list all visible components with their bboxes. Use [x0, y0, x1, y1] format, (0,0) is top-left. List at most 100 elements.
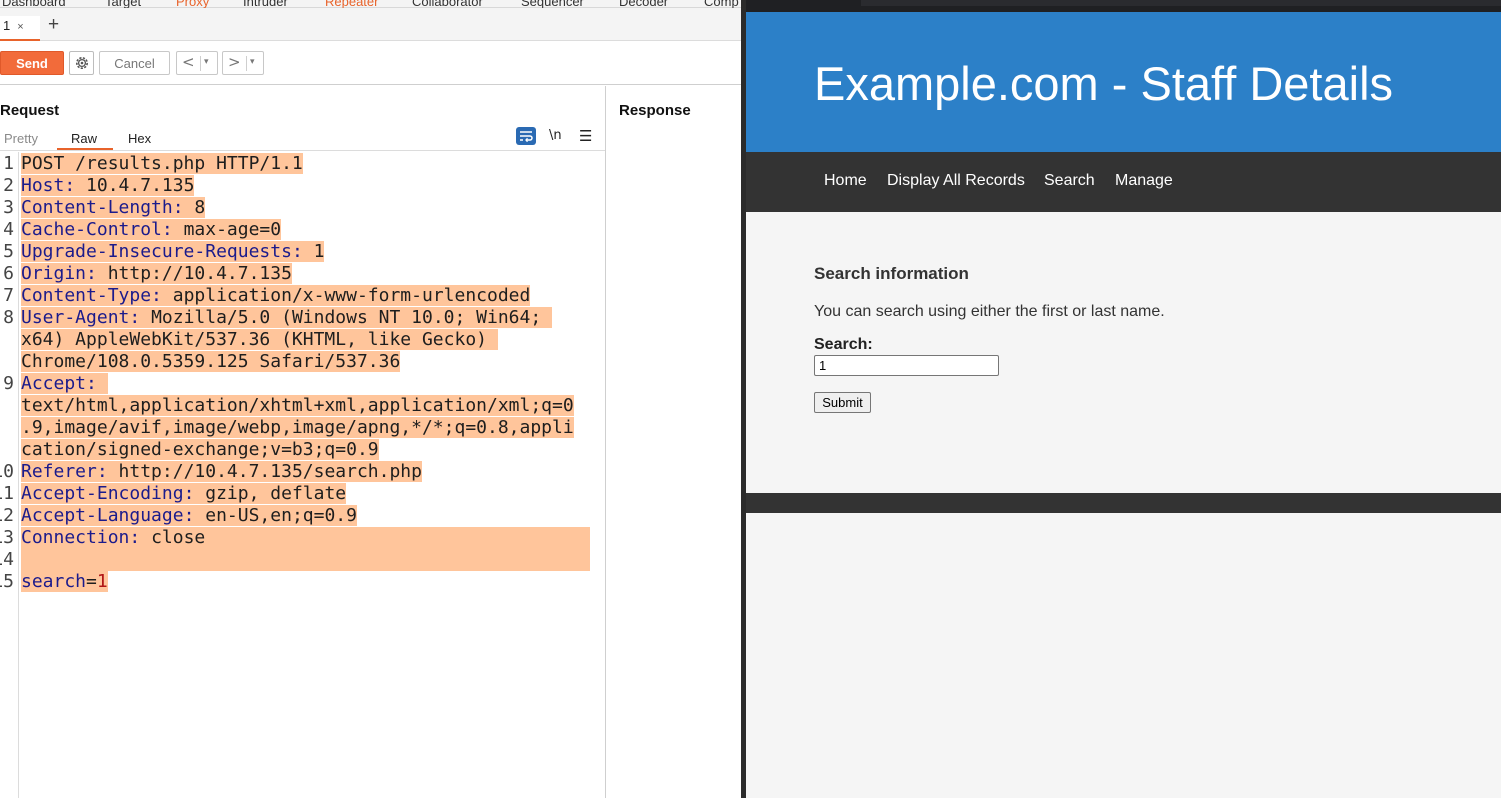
separator: : [64, 175, 87, 196]
gear-icon [75, 57, 88, 69]
settings-button[interactable] [69, 51, 94, 75]
chevron-left-icon: < [182, 53, 195, 71]
code-line: User-Agent: Mozilla/5.0 (Windows NT 10.0… [21, 307, 553, 329]
separator: = [86, 571, 97, 592]
code-line: Referer: http://10.4.7.135/search.php [21, 461, 422, 483]
header-value: .9,image/avif,image/webp,image/apng,*/*;… [21, 417, 574, 438]
header-name: User-Agent [21, 307, 130, 328]
line-number: 1 [3, 153, 14, 174]
header-name: Cache-Control [21, 219, 162, 240]
code-line: Origin: http://10.4.7.135 [21, 263, 292, 285]
page-background [746, 513, 1501, 798]
code-line [21, 549, 590, 571]
search-label: Search: [814, 336, 873, 353]
word-wrap-icon[interactable] [516, 127, 536, 145]
header-value: 8 [194, 197, 206, 218]
site-header: Example.com - Staff Details [746, 12, 1501, 152]
nav-display-all-records[interactable]: Display All Records [887, 172, 1025, 190]
browser-top-bar [746, 0, 1501, 12]
header-name: Referer [21, 461, 97, 482]
header-name: Connection [21, 527, 130, 548]
line-number: 6 [3, 263, 14, 284]
browser-window: Example.com - Staff Details Home Display… [746, 0, 1501, 798]
header-value: en-US,en;q=0.9 [205, 505, 357, 526]
code-line: Content-Length: 8 [21, 197, 206, 219]
header-name: Origin [21, 263, 87, 284]
header-value: 10.4.7.135 [86, 175, 195, 196]
separator: : [172, 197, 195, 218]
close-icon[interactable]: × [17, 21, 23, 33]
param-value: 1 [96, 571, 108, 592]
code-line: Accept-Language: en-US,en;q=0.9 [21, 505, 357, 527]
line-number: 10 [0, 461, 14, 482]
cancel-button[interactable]: Cancel [99, 51, 170, 75]
header-name: Accept-Language [21, 505, 184, 526]
menu-icon[interactable]: ☰ [579, 127, 592, 145]
nav-home[interactable]: Home [824, 172, 867, 190]
burp-top-tabs: Dashboard Target Proxy Intruder Repeater… [0, 0, 741, 10]
code-line: Chrome/108.0.5359.125 Safari/537.36 [21, 351, 401, 373]
newline-icon[interactable]: \n [549, 128, 562, 143]
code-line: Accept-Encoding: gzip, deflate [21, 483, 347, 505]
chevron-down-icon[interactable]: ▾ [204, 57, 209, 67]
header-value: Chrome/108.0.5359.125 Safari/537.36 [21, 351, 401, 372]
code-line: Upgrade-Insecure-Requests: 1 [21, 241, 325, 263]
separator: : [161, 219, 184, 240]
nav-manage[interactable]: Manage [1115, 172, 1173, 190]
send-button[interactable]: Send [0, 51, 64, 75]
header-value: x64) AppleWebKit/537.36 (KHTML, like Gec… [21, 329, 498, 350]
separator: : [86, 373, 108, 394]
request-title: Request [0, 102, 60, 119]
back-button[interactable]: < ▾ [176, 51, 218, 75]
header-value: 1 [313, 241, 325, 262]
divider [200, 56, 201, 71]
tab-raw[interactable]: Raw [71, 131, 97, 146]
repeater-tab-label: 1 [3, 18, 11, 33]
repeater-toolbar: Send Cancel < ▾ > ▾ [0, 41, 741, 85]
code-line: cation/signed-exchange;v=b3;q=0.9 [21, 439, 379, 461]
header-name: Content-Length [21, 197, 173, 218]
tab-hex[interactable]: Hex [128, 131, 151, 146]
chevron-right-icon: > [228, 53, 241, 71]
response-title: Response [619, 102, 691, 119]
nav-search[interactable]: Search [1044, 172, 1095, 190]
code-line: Connection: close [21, 527, 590, 549]
repeater-tab-1[interactable]: 1 × [0, 16, 40, 41]
repeater-subtabs: 1 × + [0, 8, 741, 41]
forward-button[interactable]: > ▾ [222, 51, 264, 75]
request-editor[interactable]: 123456789101112131415 POST /results.php … [0, 152, 605, 798]
header-value: http://10.4.7.135 [107, 263, 292, 284]
line-number: 11 [0, 483, 14, 504]
code-line: text/html,application/xhtml+xml,applicat… [21, 395, 574, 417]
line-number-gutter: 123456789101112131415 [0, 152, 19, 798]
header-name: Content-Type [21, 285, 152, 306]
header-value: close [151, 527, 206, 548]
header-name: search [21, 571, 87, 592]
request-line: POST /results.php HTTP/1.1 [21, 153, 303, 174]
header-value: max-age=0 [183, 219, 282, 240]
response-pane: Response [606, 86, 741, 798]
tab-pretty[interactable]: Pretty [4, 131, 38, 146]
line-number: 9 [3, 373, 14, 394]
header-name: Host [21, 175, 65, 196]
separator: : [183, 483, 206, 504]
header-value: application/x-www-form-urlencoded [172, 285, 531, 306]
code-line: Cache-Control: max-age=0 [21, 219, 282, 241]
search-content: Search information You can search using … [746, 212, 1501, 493]
line-number: 5 [3, 241, 14, 262]
code-line: Content-Type: application/x-www-form-url… [21, 285, 531, 307]
line-number: 15 [0, 571, 14, 592]
header-name: Accept [21, 373, 87, 394]
submit-button[interactable]: Submit [814, 392, 871, 413]
line-number: 14 [0, 549, 14, 570]
chevron-down-icon[interactable]: ▾ [250, 57, 255, 67]
site-title: Example.com - Staff Details [814, 57, 1394, 110]
line-number: 7 [3, 285, 14, 306]
separator: : [129, 527, 152, 548]
plus-icon[interactable]: + [48, 15, 59, 34]
section-heading: Search information [814, 264, 969, 283]
code-line: Accept: [21, 373, 108, 395]
search-input[interactable] [814, 355, 999, 376]
code-line: .9,image/avif,image/webp,image/apng,*/*;… [21, 417, 574, 439]
line-number: 8 [3, 307, 14, 328]
